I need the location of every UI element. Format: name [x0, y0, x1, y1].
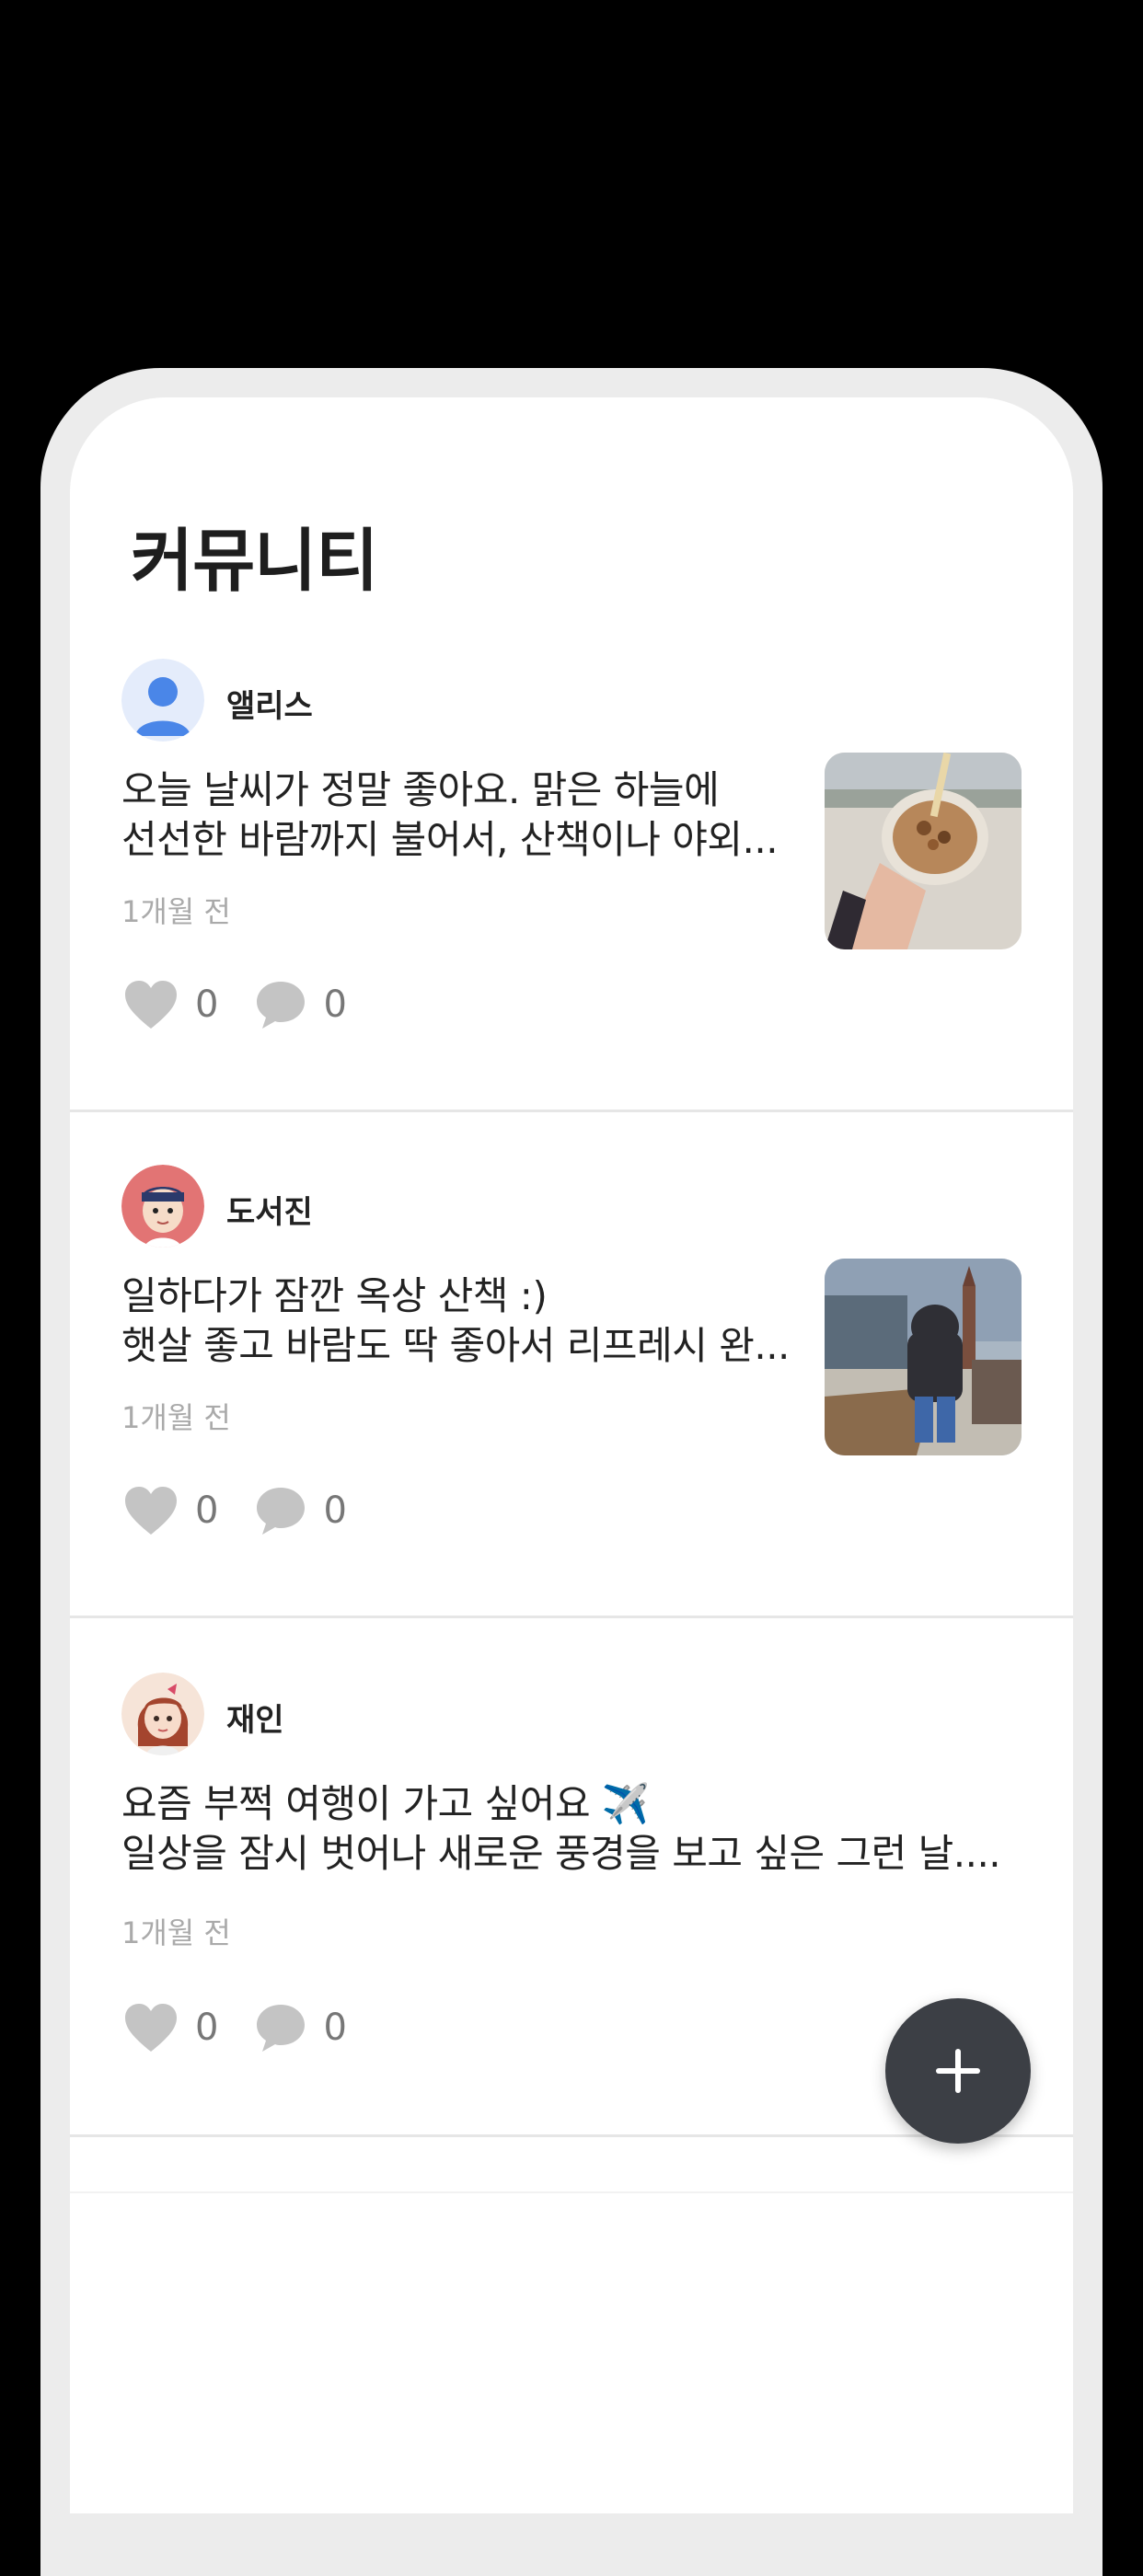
- post-timestamp: 1개월 전: [121, 1915, 231, 1950]
- post-timestamp: 1개월 전: [121, 1400, 231, 1435]
- rooftop-photo-icon: [825, 1259, 1022, 1455]
- plus-icon: [936, 2049, 980, 2093]
- comment-count: 0: [323, 2007, 347, 2049]
- post-body[interactable]: 일하다가 잠깐 옥상 산책 :) 햇살 좋고 바람도 딱 좋아서 리프레시 완.…: [121, 1271, 802, 1371]
- heart-icon: [125, 2004, 177, 2052]
- heart-icon: [125, 1487, 177, 1535]
- post-actions: 0 0: [123, 1483, 384, 1538]
- avatar[interactable]: [121, 659, 204, 742]
- author-name: 재인: [226, 1702, 284, 1739]
- post-actions: 0 0: [123, 2000, 384, 2055]
- speech-bubble-icon: [257, 2005, 306, 2052]
- post-card[interactable]: 앨리스 오늘 날씨가 정말 좋아요. 맑은 하늘에 선선한 바람까지 불어서, …: [70, 659, 1073, 1112]
- comment-count: 0: [323, 1489, 347, 1532]
- like-count: 0: [195, 1489, 219, 1532]
- default-person-avatar-icon: [121, 659, 204, 742]
- author-name: 앨리스: [226, 688, 313, 725]
- heart-icon: [125, 981, 177, 1029]
- speech-bubble-icon: [257, 1488, 306, 1535]
- comment-button[interactable]: 0: [255, 1485, 347, 1536]
- like-button[interactable]: 0: [123, 2002, 218, 2053]
- like-count: 0: [195, 983, 219, 1026]
- post-body[interactable]: 요즘 부쩍 여행이 가고 싶어요 ✈️ 일상을 잠시 벗어나 새로운 풍경을 보…: [121, 1779, 1023, 1879]
- like-button[interactable]: 0: [123, 1485, 218, 1536]
- avatar[interactable]: [121, 1165, 204, 1248]
- comment-count: 0: [323, 983, 347, 1026]
- post-body-line: 선선한 바람까지 불어서, 산책이나 야외...: [121, 817, 779, 862]
- drink-photo-icon: [825, 753, 1022, 949]
- avatar[interactable]: [121, 1673, 204, 1755]
- app-screen: 커뮤니티 앨리스 오늘 날씨가 정말 좋아요. 맑은 하늘에 선선한 바람까지 …: [70, 397, 1073, 2513]
- author-name: 도서진: [226, 1194, 313, 1231]
- post-timestamp: 1개월 전: [121, 894, 231, 929]
- comment-button[interactable]: 0: [255, 2002, 347, 2053]
- comment-button[interactable]: 0: [255, 979, 347, 1030]
- girl-character-avatar-icon: [121, 1673, 204, 1755]
- post-body-line: 일상을 잠시 벗어나 새로운 풍경을 보고 싶은 그런 날....: [121, 1831, 1001, 1876]
- post-body-line: 햇살 좋고 바람도 딱 좋아서 리프레시 완...: [121, 1323, 790, 1368]
- post-body-line: 오늘 날씨가 정말 좋아요. 맑은 하늘에: [121, 767, 720, 812]
- post-thumbnail-image[interactable]: [825, 1259, 1022, 1455]
- like-count: 0: [195, 2007, 219, 2049]
- boy-character-avatar-icon: [121, 1165, 204, 1248]
- post-body-line: 요즘 부쩍 여행이 가고 싶어요 ✈️: [121, 1781, 650, 1826]
- post-thumbnail-image[interactable]: [825, 753, 1022, 949]
- like-button[interactable]: 0: [123, 979, 218, 1030]
- page-title: 커뮤니티: [131, 522, 378, 601]
- post-body-line: 일하다가 잠깐 옥상 산책 :): [121, 1273, 548, 1318]
- divider: [70, 2191, 1073, 2193]
- post-body[interactable]: 오늘 날씨가 정말 좋아요. 맑은 하늘에 선선한 바람까지 불어서, 산책이나…: [121, 765, 802, 865]
- post-card[interactable]: 도서진 일하다가 잠깐 옥상 산책 :) 햇살 좋고 바람도 딱 좋아서 리프레…: [70, 1165, 1073, 1618]
- post-actions: 0 0: [123, 977, 384, 1032]
- speech-bubble-icon: [257, 982, 306, 1029]
- new-post-button[interactable]: [885, 1998, 1031, 2144]
